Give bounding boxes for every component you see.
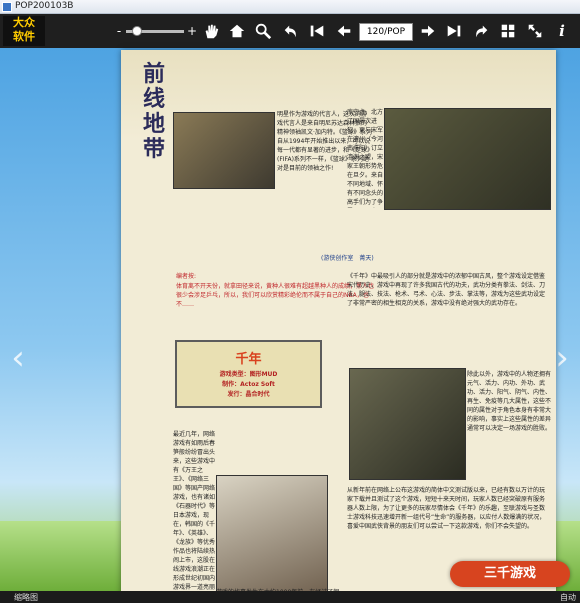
fullscreen-icon[interactable] [524, 20, 546, 42]
logo-line1: 大众 [13, 16, 35, 29]
left-column-body: 最近几年，网络游戏有如雨后春笋般纷纷冒出头来，这些游戏中有《万王之王》、《网络三… [173, 431, 215, 590]
rotate-icon[interactable] [470, 20, 492, 42]
section-title: 前线地带 [143, 61, 166, 162]
magazine-page: 前线地带 明星作为游戏的代言人，这次的游戏代言人是来自明尼苏达森林狼的精神领袖凯… [121, 50, 556, 603]
app-icon [2, 2, 12, 12]
right-column-attributes: 除此以外，游戏中的人物还拥有元气、活力、内功、外功、武功、活力、阳气、阴气、内性… [467, 371, 551, 432]
prev-arrow-icon[interactable]: ‹ [4, 333, 32, 383]
game-publisher: 发行：晶合时代 [227, 391, 270, 398]
character-artwork [216, 475, 328, 603]
editor-note-label: 编者按: [176, 273, 197, 280]
first-page-icon[interactable] [306, 20, 328, 42]
right-column-top: 库空虚，北方辽国屡次进犯，更与宋军在澶州（今河南濮阳）订立澶渊之盟，宋家王朝形势… [347, 109, 383, 206]
right-column-mid: 《千年》中最吸引人的部分就是游戏中的浓郁中国古风，整个游戏设定借鉴宋代历史，游戏… [347, 273, 546, 307]
game-name: 千年 [235, 352, 262, 367]
back-icon[interactable] [280, 20, 302, 42]
logo: 大众 软件 [3, 16, 45, 46]
zoom-slider-knob[interactable] [132, 26, 142, 36]
info-icon[interactable]: i [551, 20, 573, 42]
editor-note: 体育离不开天份，就拿田径来说，黄种人很难有超越黑种人的成绩，黑人也很少会涉足乒乓… [176, 283, 375, 308]
zoom-icon[interactable] [252, 20, 274, 42]
window-title: POP200103B [15, 1, 74, 11]
toolbar: 大众 软件 - + 120/POP i [0, 14, 580, 49]
last-page-icon[interactable] [443, 20, 465, 42]
page-indicator[interactable]: 120/POP [359, 23, 413, 41]
logo-line2: 软件 [13, 30, 35, 43]
basketball-screenshot [173, 112, 275, 189]
zoom-slider[interactable] [126, 26, 184, 36]
game-screenshot-top [384, 108, 551, 210]
game-developer: 制作：Actoz Soft [222, 381, 275, 388]
grid-icon[interactable] [497, 20, 519, 42]
game-genre: 游戏类型：图形MUD [219, 371, 278, 378]
game-screenshot-battle [349, 368, 466, 480]
title-bar: POP200103B [0, 0, 580, 14]
home-icon[interactable] [226, 20, 248, 42]
game-info: 游戏类型：图形MUD 制作：Actoz Soft 发行：晶合时代 [177, 370, 320, 400]
status-bar: 缩略图 自动 [0, 591, 580, 603]
game-info-box: 千年 游戏类型：图形MUD 制作：Actoz Soft 发行：晶合时代 [175, 340, 322, 408]
auto-play-toggle[interactable]: 自动 [560, 592, 576, 603]
thumbnail-toggle[interactable]: 缩略图 [14, 592, 38, 603]
watermark-badge: 三千游戏 [450, 561, 570, 587]
hand-icon[interactable] [200, 20, 222, 42]
right-column-top-cont [347, 210, 550, 268]
next-page-icon[interactable] [417, 20, 439, 42]
prev-page-icon[interactable] [333, 20, 355, 42]
